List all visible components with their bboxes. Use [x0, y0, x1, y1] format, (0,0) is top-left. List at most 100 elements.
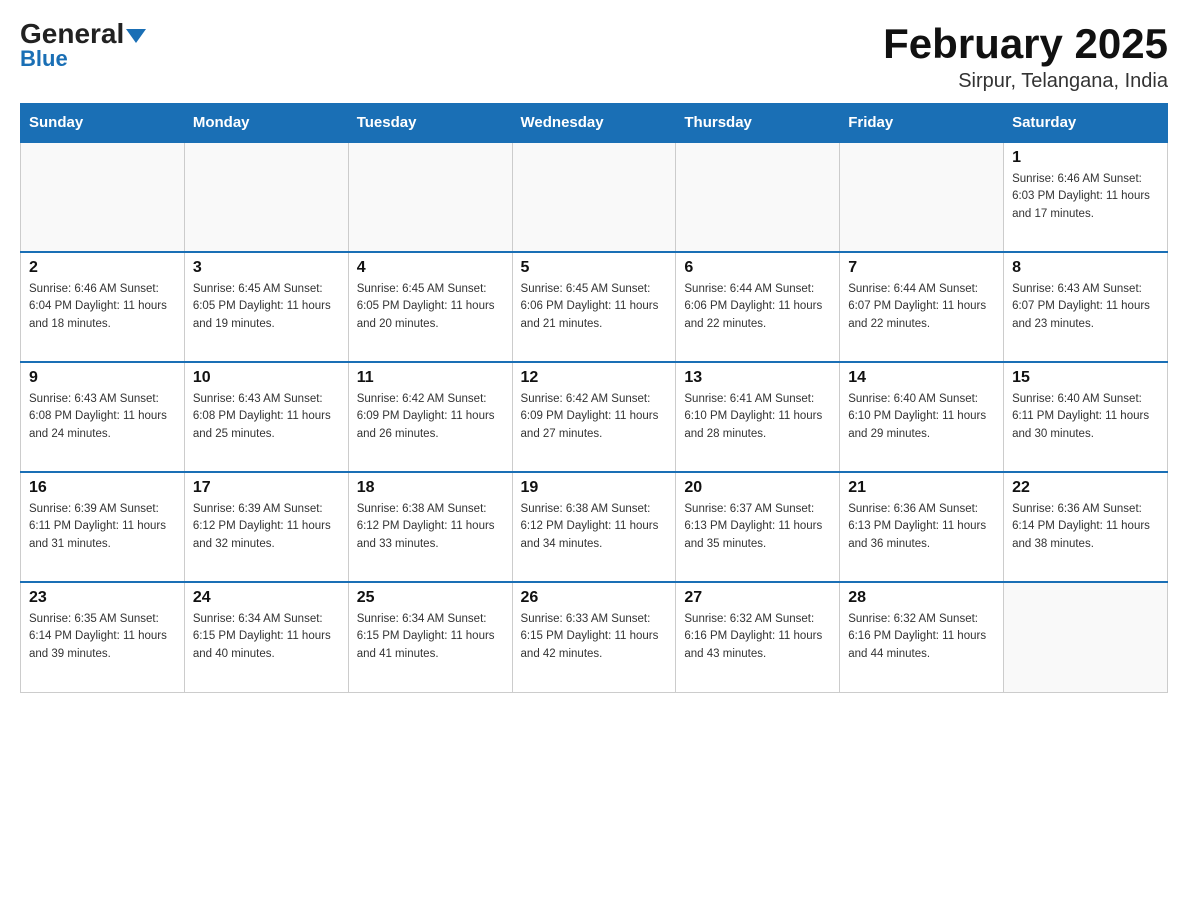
day-number: 3	[193, 259, 340, 277]
calendar-cell: 23 Sunrise: 6:35 AM Sunset: 6:14 PM Dayli…	[21, 582, 185, 692]
calendar-table: SundayMondayTuesdayWednesdayThursdayFrid…	[20, 103, 1168, 693]
day-info: Sunrise: 6:37 AM Sunset: 6:13 PM Dayligh…	[684, 501, 831, 553]
weekday-header-sunday: Sunday	[21, 104, 185, 143]
weekday-header-tuesday: Tuesday	[348, 104, 512, 143]
calendar-cell: 19Sunrise: 6:38 AM Sunset: 6:12 PM Dayli…	[512, 472, 676, 582]
page-header: General Blue February 2025 Sirpur, Telan…	[20, 20, 1168, 93]
day-info: Sunrise: 6:46 AM Sunset: 6:03 PM Dayligh…	[1012, 171, 1159, 223]
weekday-header-saturday: Saturday	[1004, 104, 1168, 143]
day-number: 14	[848, 369, 995, 387]
day-number: 21	[848, 479, 995, 497]
weekday-header-row: SundayMondayTuesdayWednesdayThursdayFrid…	[21, 104, 1168, 143]
day-info: Sunrise: 6:40 AM Sunset: 6:10 PM Dayligh…	[848, 391, 995, 443]
day-number: 6	[684, 259, 831, 277]
calendar-body: 1 Sunrise: 6:46 AM Sunset: 6:03 PM Daylig…	[21, 142, 1168, 692]
day-number: 7	[848, 259, 995, 277]
day-number: 11	[357, 369, 504, 387]
calendar-header: SundayMondayTuesdayWednesdayThursdayFrid…	[21, 104, 1168, 143]
calendar-cell	[21, 142, 185, 252]
day-number: 10	[193, 369, 340, 387]
calendar-cell: 9 Sunrise: 6:43 AM Sunset: 6:08 PM Daylig…	[21, 362, 185, 472]
day-info: Sunrise: 6:36 AM Sunset: 6:13 PM Dayligh…	[848, 501, 995, 553]
day-info: Sunrise: 6:42 AM Sunset: 6:09 PM Dayligh…	[357, 391, 504, 443]
calendar-cell	[840, 142, 1004, 252]
calendar-cell: 18 Sunrise: 6:38 AM Sunset: 6:12 PM Dayli…	[348, 472, 512, 582]
calendar-cell: 22 Sunrise: 6:36 AM Sunset: 6:14 PM Dayli…	[1004, 472, 1168, 582]
calendar-cell	[348, 142, 512, 252]
day-info: Sunrise: 6:46 AM Sunset: 6:04 PM Dayligh…	[29, 281, 176, 333]
calendar-cell: 4 Sunrise: 6:45 AM Sunset: 6:05 PM Daylig…	[348, 252, 512, 362]
calendar-cell: 2 Sunrise: 6:46 AM Sunset: 6:04 PM Daylig…	[21, 252, 185, 362]
calendar-week-2: 2 Sunrise: 6:46 AM Sunset: 6:04 PM Daylig…	[21, 252, 1168, 362]
day-number: 23	[29, 589, 176, 607]
day-number: 20	[684, 479, 831, 497]
day-number: 17	[193, 479, 340, 497]
title-block: February 2025 Sirpur, Telangana, India	[883, 20, 1168, 93]
day-info: Sunrise: 6:41 AM Sunset: 6:10 PM Dayligh…	[684, 391, 831, 443]
calendar-week-4: 16Sunrise: 6:39 AM Sunset: 6:11 PM Dayli…	[21, 472, 1168, 582]
calendar-cell	[184, 142, 348, 252]
day-number: 4	[357, 259, 504, 277]
calendar-cell: 8Sunrise: 6:43 AM Sunset: 6:07 PM Daylig…	[1004, 252, 1168, 362]
calendar-week-1: 1 Sunrise: 6:46 AM Sunset: 6:03 PM Daylig…	[21, 142, 1168, 252]
calendar-cell: 16Sunrise: 6:39 AM Sunset: 6:11 PM Dayli…	[21, 472, 185, 582]
calendar-cell	[676, 142, 840, 252]
calendar-cell: 20 Sunrise: 6:37 AM Sunset: 6:13 PM Dayli…	[676, 472, 840, 582]
day-number: 28	[848, 589, 995, 607]
month-title: February 2025	[883, 20, 1168, 68]
calendar-week-5: 23 Sunrise: 6:35 AM Sunset: 6:14 PM Dayli…	[21, 582, 1168, 692]
weekday-header-thursday: Thursday	[676, 104, 840, 143]
day-number: 5	[521, 259, 668, 277]
calendar-cell: 10 Sunrise: 6:43 AM Sunset: 6:08 PM Dayli…	[184, 362, 348, 472]
weekday-header-wednesday: Wednesday	[512, 104, 676, 143]
day-info: Sunrise: 6:42 AM Sunset: 6:09 PM Dayligh…	[521, 391, 668, 443]
calendar-cell: 5 Sunrise: 6:45 AM Sunset: 6:06 PM Daylig…	[512, 252, 676, 362]
day-info: Sunrise: 6:36 AM Sunset: 6:14 PM Dayligh…	[1012, 501, 1159, 553]
day-number: 24	[193, 589, 340, 607]
day-info: Sunrise: 6:44 AM Sunset: 6:06 PM Dayligh…	[684, 281, 831, 333]
day-info: Sunrise: 6:45 AM Sunset: 6:06 PM Dayligh…	[521, 281, 668, 333]
calendar-cell: 12 Sunrise: 6:42 AM Sunset: 6:09 PM Dayli…	[512, 362, 676, 472]
day-number: 9	[29, 369, 176, 387]
calendar-cell: 27 Sunrise: 6:32 AM Sunset: 6:16 PM Dayli…	[676, 582, 840, 692]
calendar-cell: 13 Sunrise: 6:41 AM Sunset: 6:10 PM Dayli…	[676, 362, 840, 472]
calendar-cell	[1004, 582, 1168, 692]
day-info: Sunrise: 6:39 AM Sunset: 6:11 PM Dayligh…	[29, 501, 176, 553]
day-number: 18	[357, 479, 504, 497]
day-info: Sunrise: 6:38 AM Sunset: 6:12 PM Dayligh…	[521, 501, 668, 553]
calendar-cell: 17 Sunrise: 6:39 AM Sunset: 6:12 PM Dayli…	[184, 472, 348, 582]
day-info: Sunrise: 6:40 AM Sunset: 6:11 PM Dayligh…	[1012, 391, 1159, 443]
calendar-cell: 6 Sunrise: 6:44 AM Sunset: 6:06 PM Daylig…	[676, 252, 840, 362]
location-text: Sirpur, Telangana, India	[883, 70, 1168, 93]
calendar-cell: 1 Sunrise: 6:46 AM Sunset: 6:03 PM Daylig…	[1004, 142, 1168, 252]
calendar-cell	[512, 142, 676, 252]
logo: General Blue	[20, 20, 146, 72]
logo-main-text: General	[20, 20, 146, 48]
day-info: Sunrise: 6:38 AM Sunset: 6:12 PM Dayligh…	[357, 501, 504, 553]
day-number: 15	[1012, 369, 1159, 387]
day-info: Sunrise: 6:43 AM Sunset: 6:08 PM Dayligh…	[193, 391, 340, 443]
day-number: 22	[1012, 479, 1159, 497]
calendar-cell: 26Sunrise: 6:33 AM Sunset: 6:15 PM Dayli…	[512, 582, 676, 692]
day-info: Sunrise: 6:44 AM Sunset: 6:07 PM Dayligh…	[848, 281, 995, 333]
calendar-cell: 14 Sunrise: 6:40 AM Sunset: 6:10 PM Dayli…	[840, 362, 1004, 472]
day-info: Sunrise: 6:39 AM Sunset: 6:12 PM Dayligh…	[193, 501, 340, 553]
day-info: Sunrise: 6:43 AM Sunset: 6:08 PM Dayligh…	[29, 391, 176, 443]
day-number: 25	[357, 589, 504, 607]
day-info: Sunrise: 6:45 AM Sunset: 6:05 PM Dayligh…	[193, 281, 340, 333]
day-number: 2	[29, 259, 176, 277]
day-info: Sunrise: 6:35 AM Sunset: 6:14 PM Dayligh…	[29, 611, 176, 663]
day-info: Sunrise: 6:32 AM Sunset: 6:16 PM Dayligh…	[684, 611, 831, 663]
calendar-cell: 7 Sunrise: 6:44 AM Sunset: 6:07 PM Daylig…	[840, 252, 1004, 362]
day-info: Sunrise: 6:34 AM Sunset: 6:15 PM Dayligh…	[357, 611, 504, 663]
day-number: 26	[521, 589, 668, 607]
day-number: 12	[521, 369, 668, 387]
calendar-cell: 28Sunrise: 6:32 AM Sunset: 6:16 PM Dayli…	[840, 582, 1004, 692]
calendar-cell: 25 Sunrise: 6:34 AM Sunset: 6:15 PM Dayli…	[348, 582, 512, 692]
day-number: 1	[1012, 149, 1159, 167]
day-number: 27	[684, 589, 831, 607]
weekday-header-friday: Friday	[840, 104, 1004, 143]
day-info: Sunrise: 6:45 AM Sunset: 6:05 PM Dayligh…	[357, 281, 504, 333]
day-number: 13	[684, 369, 831, 387]
calendar-cell: 21 Sunrise: 6:36 AM Sunset: 6:13 PM Dayli…	[840, 472, 1004, 582]
